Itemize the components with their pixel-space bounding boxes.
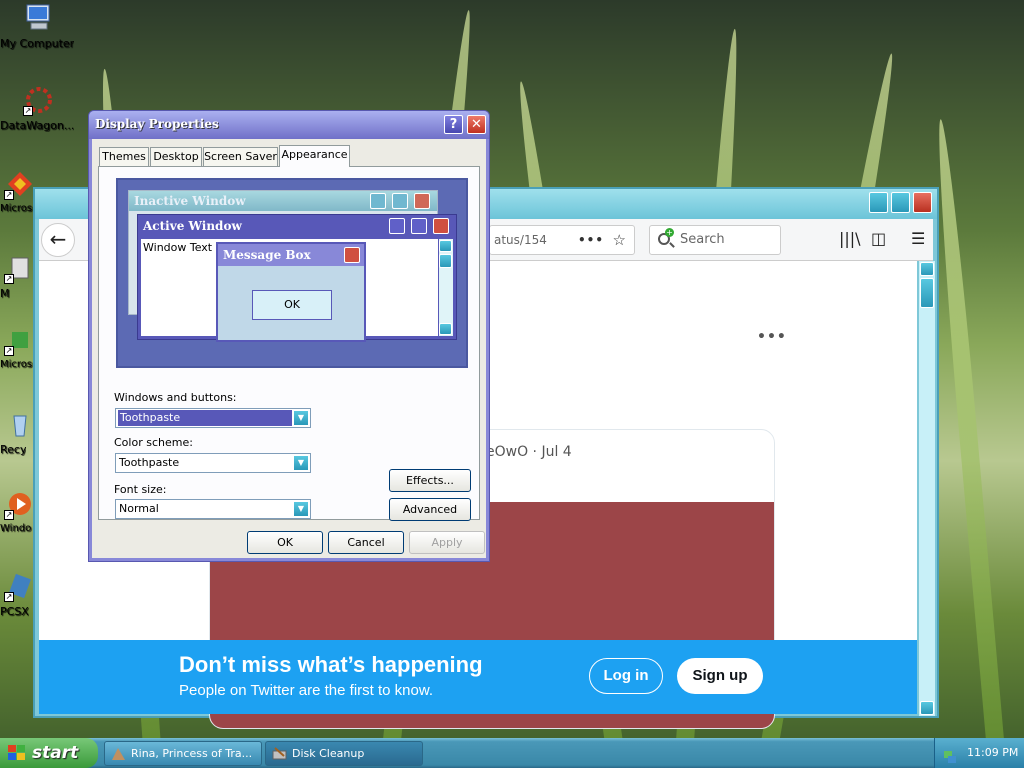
menu-icon[interactable]: ☰ [911,229,925,248]
scroll-up-button[interactable] [920,262,934,276]
rina-icon [111,746,126,761]
pcsx-icon: ↗ [4,570,36,602]
login-button[interactable]: Log in [589,658,663,694]
preview-inactive-title: Inactive Window [129,191,437,211]
dialog-body: Themes Desktop Screen Saver Appearance I… [92,139,486,558]
banner-subheading: People on Twitter are the first to know. [179,682,434,699]
signup-button[interactable]: Sign up [677,658,763,694]
preview-active-minimize-icon [389,218,405,234]
preview-minimize-icon [370,193,386,209]
ok-button[interactable]: OK [247,531,323,554]
library-icon[interactable]: |||\ [839,229,861,248]
chevron-down-icon[interactable]: ▼ [293,455,309,471]
microsoft-basic-icon: ↗ [4,324,36,356]
banner-heading: Don’t miss what’s happening [179,652,483,677]
windows-buttons-select[interactable]: Toothpaste ▼ [115,408,311,428]
close-button[interactable] [913,192,932,213]
system-tray: 11:09 PM [934,738,1024,768]
color-scheme-label: Color scheme: [114,436,193,449]
desktop-icon-my-computer[interactable]: My Computer [0,2,78,50]
preview-active-close-icon [433,218,449,234]
preview-active-maximize-icon [411,218,427,234]
tab-appearance[interactable]: Appearance [279,145,350,167]
help-button[interactable]: ? [444,115,463,134]
search-placeholder: Search [680,232,725,247]
tab-themes[interactable]: Themes [99,147,149,166]
maximize-button[interactable] [891,192,910,213]
dialog-close-button[interactable]: ✕ [467,115,486,134]
font-size-label: Font size: [114,483,167,496]
disk-cleanup-icon [272,746,287,761]
preview-msgbox-title: Message Box [218,244,364,266]
appearance-panel: Inactive Window Active Window Window Tex… [98,166,480,521]
scroll-down-button[interactable] [920,701,934,715]
more-options-icon[interactable]: ••• [757,329,787,345]
cancel-button[interactable]: Cancel [328,531,404,554]
windows-buttons-label: Windows and buttons: [114,391,237,404]
appearance-preview: Inactive Window Active Window Window Tex… [116,178,468,368]
browser-scrollbar[interactable] [919,261,935,716]
dialog-titlebar[interactable]: Display Properties ? ✕ [89,111,489,139]
display-properties-dialog: Display Properties ? ✕ Themes Desktop Sc… [88,110,490,562]
desktop-icon-datawagon[interactable]: ↗ DataWagon... [0,84,78,132]
preview-window-text: Window Text [143,241,213,254]
preview-ok-button: OK [252,290,332,320]
shortcut-arrow-icon: ↗ [23,106,33,116]
advanced-button[interactable]: Advanced [389,498,471,521]
start-button[interactable]: start [0,738,98,768]
dialog-title: Display Properties [95,117,219,131]
search-input[interactable]: + Search [649,225,781,255]
effects-button[interactable]: Effects... [389,469,471,492]
add-search-engine-icon: + [665,228,674,237]
scroll-thumb[interactable] [920,278,934,308]
preview-maximize-icon [392,193,408,209]
preview-message-box: Message Box OK [216,242,366,342]
chevron-down-icon[interactable]: ▼ [293,501,309,517]
chevron-down-icon[interactable]: ▼ [293,410,309,426]
url-bar[interactable]: atus/154 ••• ☆ [489,225,635,255]
tab-screen-saver[interactable]: Screen Saver [203,147,278,166]
url-text: atus/154 [494,233,547,247]
sidebar-icon[interactable]: ◫ [871,229,886,248]
twitter-signup-banner: Don’t miss what’s happening People on Tw… [39,640,917,714]
datawagon-icon: ↗ [23,84,55,116]
taskbar: start Rina, Princess of Tra... Disk Clea… [0,738,1024,768]
preview-scrollbar [439,239,453,336]
bookmark-star-icon[interactable]: ☆ [613,226,626,254]
preview-msgbox-close-icon [344,247,360,263]
back-button[interactable]: ← [41,223,75,257]
preview-active-title: Active Window [143,219,242,233]
windows-logo-icon [8,745,26,761]
windows-player-icon: ↗ [4,488,36,520]
microsoft-cpp-icon: ↗ [4,168,36,200]
recycle-bin-icon [4,408,36,440]
app-icon: ↗ [4,252,36,284]
tab-desktop[interactable]: Desktop [150,147,202,166]
preview-close-icon [414,193,430,209]
apply-button[interactable]: Apply [409,531,485,554]
task-rina[interactable]: Rina, Princess of Tra... [104,741,262,766]
network-icon[interactable] [943,746,957,763]
page-actions-icon[interactable]: ••• [578,226,604,254]
font-size-select[interactable]: Normal ▼ [115,499,311,519]
minimize-button[interactable] [869,192,888,213]
task-disk-cleanup[interactable]: Disk Cleanup [265,741,423,766]
clock[interactable]: 11:09 PM [967,746,1018,759]
my-computer-icon [23,2,55,34]
tweet-meta: eOwO · Jul 4 [486,444,572,460]
color-scheme-select[interactable]: Toothpaste ▼ [115,453,311,473]
